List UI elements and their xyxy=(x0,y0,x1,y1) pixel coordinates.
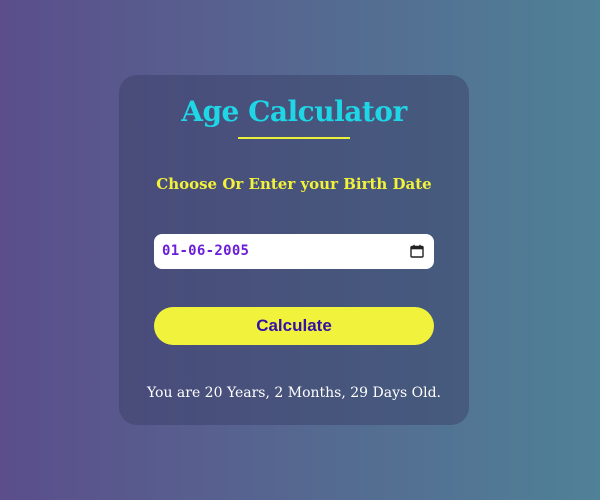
title-underline xyxy=(238,137,350,139)
calculate-button[interactable]: Calculate xyxy=(154,307,434,345)
page-title: Age Calculator xyxy=(181,95,407,128)
birth-date-input[interactable]: 01-06-2005 xyxy=(154,234,434,269)
birth-date-prompt: Choose Or Enter your Birth Date xyxy=(156,175,432,193)
birth-date-value[interactable]: 01-06-2005 xyxy=(162,243,249,259)
age-calculator-card: Age Calculator Choose Or Enter your Birt… xyxy=(119,75,469,425)
age-result-text: You are 20 Years, 2 Months, 29 Days Old. xyxy=(146,385,441,401)
calendar-icon[interactable] xyxy=(410,244,424,258)
